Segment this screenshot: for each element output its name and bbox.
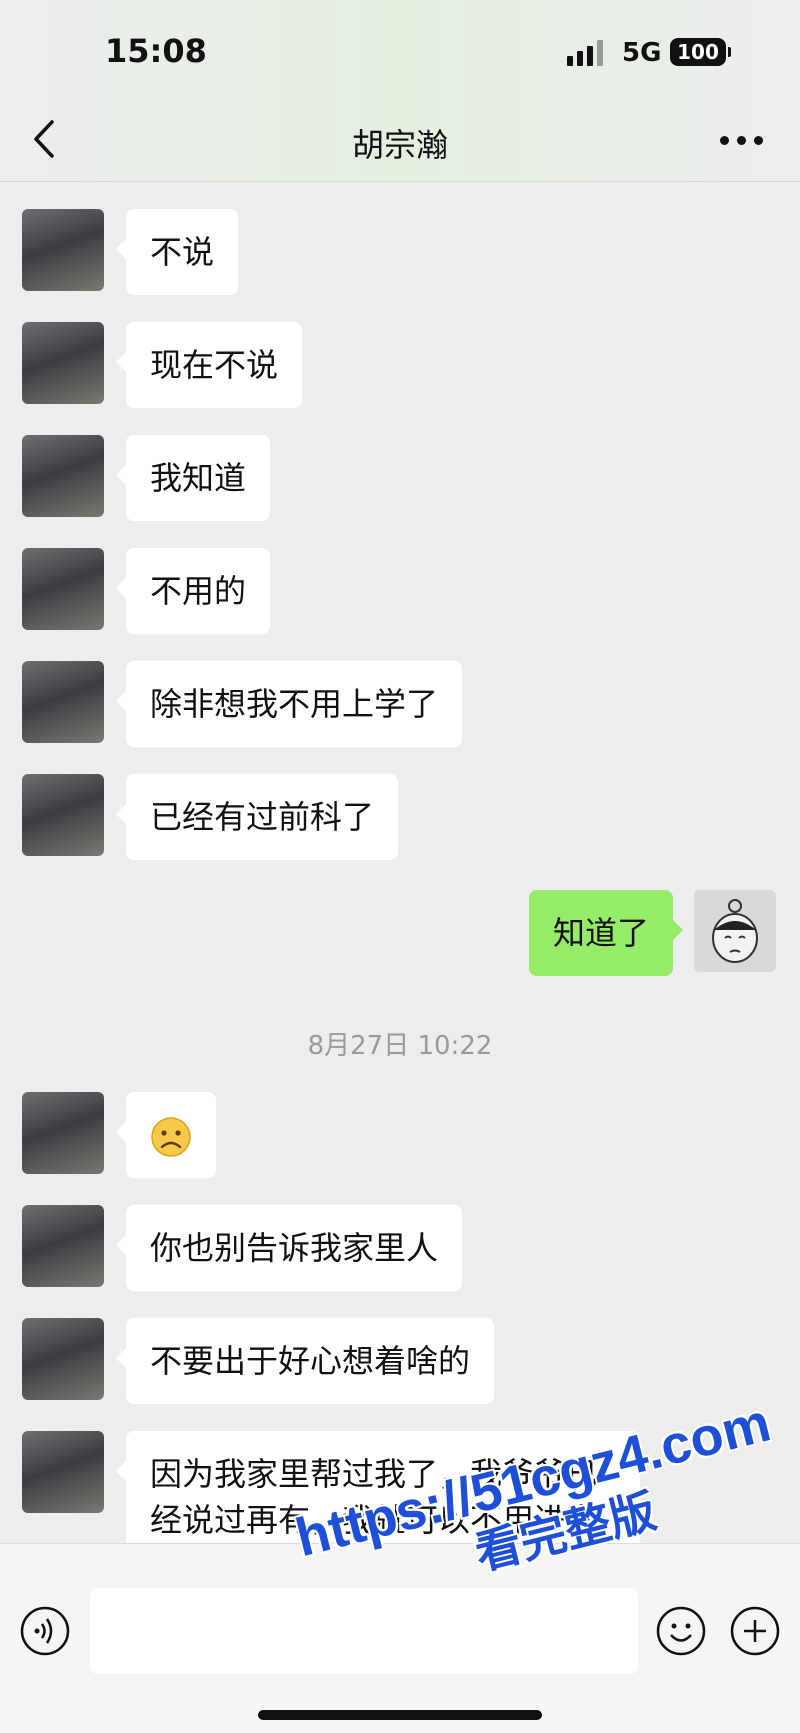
message-bubble[interactable]: 我知道 [115, 435, 271, 521]
home-indicator [258, 1710, 542, 1720]
status-time: 15:08 [105, 32, 207, 70]
network-label: 5G [622, 38, 662, 68]
battery-icon: 100 [670, 38, 731, 66]
plus-icon[interactable] [730, 1606, 780, 1656]
contact-avatar[interactable] [22, 435, 104, 517]
sad-face-icon [150, 1116, 192, 1157]
contact-avatar[interactable] [22, 661, 104, 743]
message-input[interactable] [90, 1588, 638, 1674]
voice-icon[interactable] [20, 1606, 70, 1656]
contact-avatar[interactable] [22, 209, 104, 291]
emoji-icon[interactable] [656, 1606, 706, 1656]
signal-icon [567, 40, 611, 66]
contact-avatar[interactable] [22, 1318, 104, 1400]
message-bubble[interactable]: 因为我家里帮过我了，我爷爷已经说过再有，我就可以不用进家 [116, 1431, 640, 1543]
contact-avatar[interactable] [22, 548, 104, 630]
contact-avatar[interactable] [22, 1092, 104, 1174]
chat-title: 胡宗瀚 [351, 126, 448, 164]
message-bubble[interactable]: 已经有过前科了 [115, 774, 399, 860]
chat-header: 胡宗瀚 [0, 100, 800, 182]
message-bubble[interactable] [116, 1092, 216, 1178]
contact-avatar[interactable] [22, 1205, 104, 1287]
message-timestamp: 8月27日 10:22 [307, 1031, 493, 1061]
my-avatar[interactable] [694, 890, 776, 972]
status-bar: 15:08 5G 100 [0, 0, 800, 100]
more-icon[interactable] [720, 136, 764, 148]
contact-avatar[interactable] [22, 774, 104, 856]
contact-avatar[interactable] [22, 1431, 104, 1513]
message-bubble[interactable]: 不说 [115, 209, 239, 295]
sent-message-bubble[interactable]: 知道了 [528, 890, 684, 976]
input-bar [0, 1543, 800, 1733]
message-bubble[interactable]: 除非想我不用上学了 [115, 661, 463, 747]
message-bubble[interactable]: 不要出于好心想着啥的 [115, 1318, 495, 1404]
message-bubble[interactable]: 不用的 [115, 548, 271, 634]
message-bubble[interactable]: 现在不说 [115, 322, 303, 408]
message-bubble[interactable]: 你也别告诉我家里人 [115, 1205, 463, 1291]
contact-avatar[interactable] [22, 322, 104, 404]
message-list[interactable]: 不说 现在不说 我知道 不用的 除非想我不用上学了 已经有过前科了 知道了 8月… [0, 183, 800, 1543]
